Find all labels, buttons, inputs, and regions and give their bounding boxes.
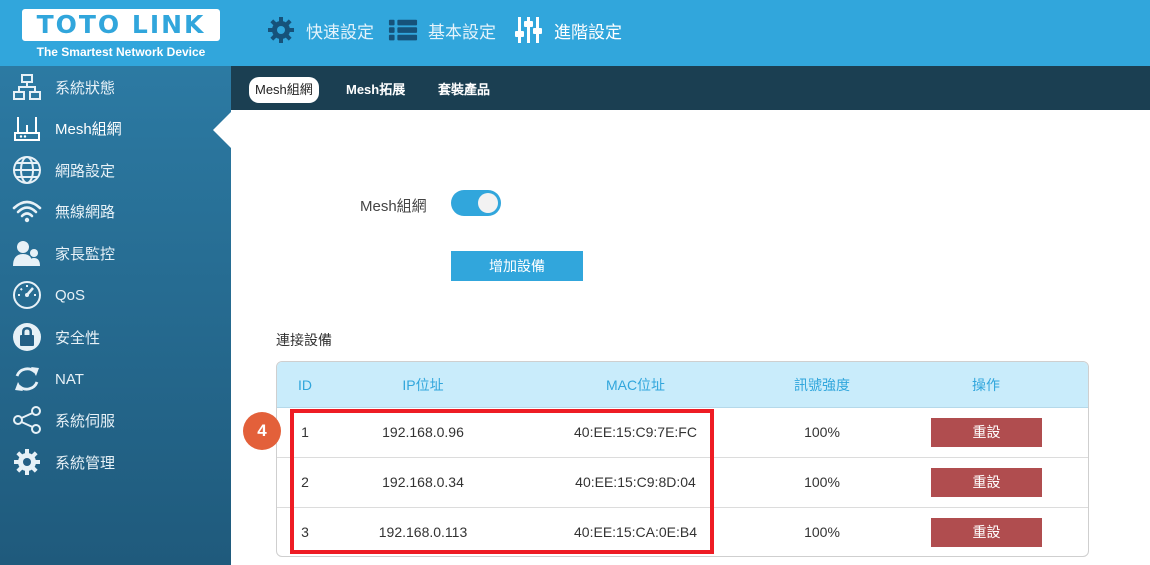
reset-button[interactable]: 重設	[931, 518, 1042, 547]
sidebar-item-label: 系統狀態	[55, 79, 116, 97]
brand-tagline: The Smartest Network Device	[36, 45, 206, 59]
brand-logo[interactable]: TOTO LINK	[22, 9, 220, 41]
topnav-quick-setup[interactable]: 快速設定	[266, 14, 374, 46]
logo-text: TOTO LINK	[36, 10, 206, 39]
column-header-action: 操作	[972, 377, 1000, 393]
sidebar-item-label: QoS	[55, 286, 86, 304]
globe-icon	[12, 155, 42, 185]
cell-ip: 192.168.0.34	[382, 474, 464, 490]
sidebar-item-system-status[interactable]: 系統狀態	[0, 67, 231, 107]
sidebar-item-label: Mesh組網	[55, 120, 122, 138]
sidebar-item-parental-control[interactable]: 家長監控	[0, 233, 231, 273]
share-icon	[12, 405, 42, 435]
reset-button[interactable]: 重設	[931, 418, 1042, 447]
tab-bundle-products[interactable]: 套裝產品	[432, 77, 496, 103]
sidebar-item-security[interactable]: 安全性	[0, 317, 231, 357]
active-indicator	[213, 112, 231, 148]
cell-id: 3	[301, 524, 309, 540]
sidebar-item-label: NAT	[55, 370, 84, 388]
sidebar-item-system-management[interactable]: 系統管理	[0, 442, 231, 482]
cell-ip: 192.168.0.113	[378, 524, 468, 540]
table-row: 2 192.168.0.34 40:EE:15:C9:8D:04 100% 重設	[277, 458, 1088, 508]
parental-control-icon	[12, 238, 42, 268]
router-icon	[12, 113, 42, 143]
gear-icon	[266, 15, 296, 45]
sidebar-item-label: 無線網路	[55, 203, 116, 221]
connected-devices-title: 連接設備	[276, 332, 332, 348]
sidebar-item-system-service[interactable]: 系統伺服	[0, 400, 231, 440]
sliders-icon	[514, 15, 544, 45]
sidebar-item-nat[interactable]: NAT	[0, 359, 231, 399]
sidebar-item-network[interactable]: 網路設定	[0, 150, 231, 190]
topnav-advanced-setup[interactable]: 進階設定	[514, 14, 622, 46]
cell-signal: 100%	[804, 474, 840, 490]
column-header-mac: MAC位址	[605, 377, 666, 393]
table-header: ID IP位址 MAC位址 訊號強度 操作	[277, 362, 1088, 408]
topnav-label: 進階設定	[554, 22, 622, 42]
topnav-label: 基本設定	[428, 22, 496, 42]
cell-ip: 192.168.0.96	[382, 424, 464, 440]
step-badge: 4	[243, 412, 281, 450]
network-status-icon	[12, 72, 42, 102]
tab-mesh-extend[interactable]: Mesh拓展	[340, 77, 411, 103]
cell-id: 1	[301, 424, 309, 440]
topnav-basic-setup[interactable]: 基本設定	[388, 14, 496, 46]
mesh-toggle[interactable]	[451, 190, 501, 216]
sidebar-item-label: 安全性	[55, 329, 101, 347]
sidebar-item-label: 網路設定	[55, 162, 116, 180]
devices-table: ID IP位址 MAC位址 訊號強度 操作 1 192.168.0.96 40:…	[276, 361, 1089, 557]
column-header-id: ID	[298, 377, 312, 393]
sidebar-item-qos[interactable]: QoS	[0, 275, 231, 315]
column-header-ip: IP位址	[402, 377, 444, 393]
tab-bar: Mesh組網 Mesh拓展 套裝產品	[231, 66, 1150, 110]
topnav-label: 快速設定	[306, 22, 374, 42]
mesh-toggle-label: Mesh組網	[360, 198, 427, 215]
toggle-knob	[478, 193, 498, 213]
table-row: 1 192.168.0.96 40:EE:15:C9:7E:FC 100% 重設	[277, 408, 1088, 458]
cell-signal: 100%	[804, 524, 840, 540]
sidebar-item-wireless[interactable]: 無線網路	[0, 191, 231, 231]
cell-mac: 40:EE:15:CA:0E:B4	[574, 524, 697, 540]
column-header-signal: 訊號強度	[794, 377, 850, 393]
refresh-icon	[12, 364, 42, 394]
sidebar-item-label: 系統伺服	[55, 412, 116, 430]
add-device-button[interactable]: 增加設備	[451, 251, 583, 281]
top-header: TOTO LINK The Smartest Network Device 快速…	[0, 0, 1150, 66]
reset-button[interactable]: 重設	[931, 468, 1042, 497]
cell-mac: 40:EE:15:C9:8D:04	[575, 474, 696, 490]
lock-icon	[12, 322, 42, 352]
cell-mac: 40:EE:15:C9:7E:FC	[574, 424, 697, 440]
sidebar-item-mesh[interactable]: Mesh組網	[0, 108, 231, 148]
speedometer-icon	[12, 280, 42, 310]
tab-mesh[interactable]: Mesh組網	[249, 77, 319, 103]
sidebar-item-label: 系統管理	[55, 454, 116, 472]
sidebar-item-label: 家長監控	[55, 245, 116, 263]
cell-signal: 100%	[804, 424, 840, 440]
table-row: 3 192.168.0.113 40:EE:15:CA:0E:B4 100% 重…	[277, 508, 1088, 556]
cell-id: 2	[301, 474, 309, 490]
wifi-icon	[12, 196, 42, 226]
list-icon	[388, 15, 418, 45]
gear-icon	[12, 447, 42, 477]
